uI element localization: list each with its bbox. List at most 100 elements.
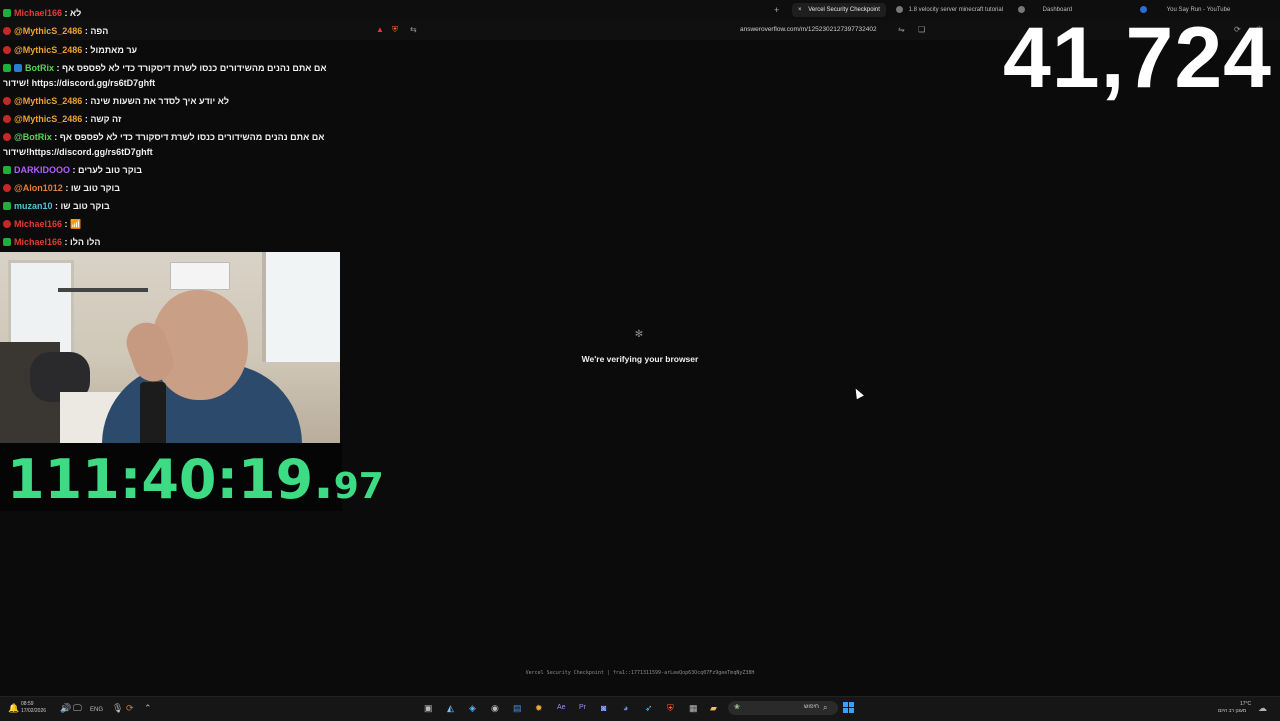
badge-icon [3,9,11,17]
chat-text: : לא [64,8,82,18]
taskbar-search[interactable] [728,701,838,715]
webcam-poster [170,262,230,290]
webcam-feed [0,252,340,443]
chat-message: Michael166 : לא [3,7,81,19]
chat-username: muzan10 [14,201,53,211]
page-footer: Vercel Security Checkpoint | fra1::17713… [525,670,755,676]
chat-message: @MythicS_2486 : לא יודע איך לסדר את השעו… [3,95,229,107]
chat-message: @BotRix : אם אתם נהנים מהשידורים כנסו לש… [3,131,324,143]
notification-bell-icon[interactable]: 🔔 [8,703,19,713]
after-effects-icon[interactable]: Ae [557,703,566,713]
bookmark-icon[interactable]: ❏ [918,24,925,36]
chat-text: : אם אתם נהנים מהשידורים כנסו לשרת דיסקו… [56,63,327,73]
brave-icon[interactable]: ⛨ [667,703,674,713]
speedrun-timer-text: 111:40:19.97 [7,448,384,511]
badge-icon [3,46,11,54]
chat-text: : הלו הלו [64,237,101,247]
folder-icon[interactable]: ▰ [710,703,717,713]
network-icon[interactable]: 🖵 [73,703,82,713]
weather-text[interactable]: מעונן רב היום [1218,708,1246,714]
calendar-icon[interactable]: ▦ [689,703,698,713]
page-heading: We're verifying your browser [581,354,699,364]
app-icon[interactable]: ◭ [447,703,454,713]
badge-icon [3,220,11,228]
chat-username: @MythicS_2486 [14,45,83,55]
taskbar-time[interactable]: 08:59 [21,701,34,707]
tray-app-icon[interactable]: ⟳ [126,703,134,713]
search-highlight-icon: ❀ [734,704,740,711]
chat-username: Michael166 [14,219,63,229]
chat-overlay: Michael166 : לא @MythicS_2486 : הפה @Myt… [0,0,340,252]
taskbar-date[interactable]: 17/02/2026 [21,708,46,714]
input-language[interactable]: ENG [90,705,103,715]
badge-icon [3,202,11,210]
chat-text: : זה קשה [84,114,122,124]
steam-icon[interactable]: ➶ [645,703,653,713]
windows-start-icon[interactable] [843,702,854,713]
chat-username: Michael166 [14,8,63,18]
badge-icon [3,64,11,72]
chat-message: @MythicS_2486 : זה קשה [3,113,121,125]
alert-icon[interactable]: ▲ [376,24,384,36]
counter-display: 41,724 [1002,10,1272,106]
tab-label: 1.8 velocity server minecraft tutorial [908,7,1004,13]
chat-text-continued: שידור!https://discord.gg/rs6tD7ghft [3,147,153,157]
badge-icon [3,184,11,192]
weather-cloud-icon[interactable]: ☁ [1258,703,1267,713]
webcam-window [262,252,340,362]
app-icon[interactable]: ◈ [469,703,476,713]
weather-temp[interactable]: 17°C [1240,701,1251,707]
timer-main: 111:40:19. [7,448,334,511]
tab-label: Vercel Security Checkpoint [808,7,880,13]
chat-username: @MythicS_2486 [14,96,83,106]
chat-text: : 📶 [64,219,82,229]
chat-text: : אם אתם נהנים מהשידורים כנסו לשרת דיסקו… [54,132,325,142]
webcam-shelf [58,288,148,292]
search-icon[interactable]: ⌕ [823,703,827,713]
chat-text: : הפה [84,26,109,36]
badge-icon [14,64,22,72]
tab-velocity-tutorial[interactable]: 1.8 velocity server minecraft tutorial [896,3,1003,17]
terminal-icon[interactable]: ▣ [424,703,433,713]
chat-message: muzan10 : בוקר טוב שו [3,200,110,212]
obs-icon[interactable]: ◉ [491,703,499,713]
volume-icon[interactable]: 🔊 [60,703,71,713]
chat-username: @MythicS_2486 [14,114,83,124]
share-icon[interactable]: ⇋ [898,24,905,36]
badge-icon [3,27,11,35]
chat-message: Michael166 : 📶 [3,218,81,230]
badge-icon [3,115,11,123]
chat-username: @Alon1012 [14,183,63,193]
sidebar-toggle-icon[interactable]: ⇆ [410,24,417,36]
photoshop-icon[interactable]: ◙ [601,703,606,713]
mic-icon[interactable]: 🎙 [112,703,123,713]
notepad-icon[interactable]: ▤ [513,703,522,713]
tab-close-icon[interactable]: × [798,7,802,13]
brave-shield-icon[interactable]: ⛨ [392,24,398,36]
chat-message: DARKIDOOO : בוקר טוב לערים [3,164,142,176]
discord-icon[interactable]: ◕ [623,703,628,713]
premiere-icon[interactable]: Pr [579,703,586,713]
chat-text: : לא יודע איך לסדר את השעות שינה [84,96,229,106]
chat-username: Michael166 [14,237,63,247]
chat-text: : בוקר טוב שו [55,201,110,211]
chat-text-continued: שידור! https://discord.gg/rs6tD7ghft [3,78,156,88]
webcam-microphone [140,382,166,443]
badge-icon [3,238,11,246]
chat-username: @BotRix [14,132,52,142]
badge-icon [3,166,11,174]
chat-message: BotRix : אם אתם נהנים מהשידורים כנסו לשר… [3,62,327,74]
chat-message: Michael166 : הלו הלו [3,236,100,248]
timer-fraction: 97 [333,466,384,507]
chevron-up-icon[interactable]: ⌃ [144,703,152,713]
app-icon[interactable]: ✹ [535,703,543,713]
chat-message: @MythicS_2486 : הפה [3,25,108,37]
address-bar[interactable]: answeroverflow.com/m/1252302127397732402 [740,24,877,36]
chat-message: @Alon1012 : בוקר טוב שו [3,182,120,194]
search-placeholder: חיפוש [804,704,819,710]
chat-username: @MythicS_2486 [14,26,83,36]
chat-text: : בוקר טוב שו [65,183,120,193]
tab-vercel-security-checkpoint[interactable]: × Vercel Security Checkpoint [792,3,886,17]
new-tab-button[interactable]: + [774,3,779,17]
chat-text: : ער מאתמול [84,45,138,55]
